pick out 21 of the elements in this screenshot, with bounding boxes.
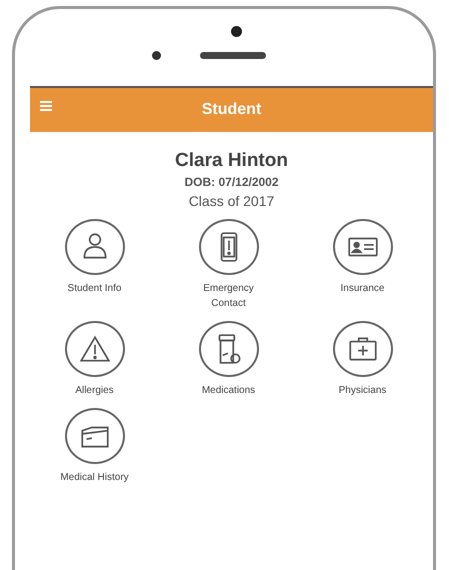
sensor-dot (231, 26, 242, 37)
date-of-birth: DOB: 07/12/2002 (184, 175, 279, 189)
tile-label: Allergies (74, 384, 115, 398)
class-year: Class of 2017 (188, 193, 274, 209)
circle-button[interactable] (64, 219, 124, 275)
camera-dot (152, 51, 161, 60)
tile-label: Student Info (66, 282, 122, 296)
student-name: Clara Hinton (175, 150, 288, 172)
circle-button[interactable] (198, 219, 258, 275)
tile-label: Insurance (340, 282, 386, 296)
circle-button[interactable] (198, 321, 258, 377)
speaker-slot (200, 52, 266, 59)
circle-button[interactable] (332, 321, 392, 377)
circle-button[interactable] (64, 321, 124, 377)
circle-button[interactable] (332, 219, 392, 275)
app-title: Student (202, 101, 262, 119)
tile-label: Medical History (59, 471, 130, 485)
tile-label: Physicians (338, 384, 388, 398)
tile-label: Medications (200, 384, 256, 398)
circle-button[interactable] (64, 408, 124, 464)
tile-label: Emergency Contact (202, 282, 255, 311)
